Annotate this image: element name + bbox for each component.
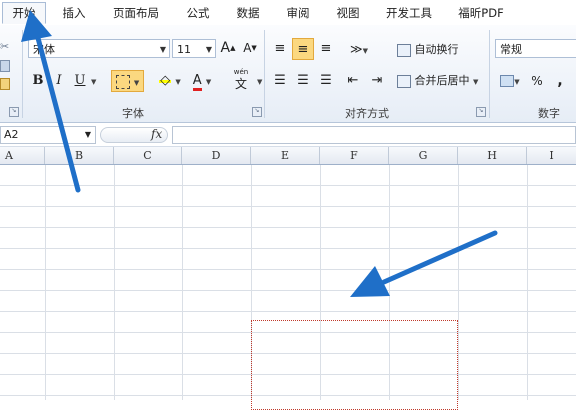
annotation-arrows [21,10,498,297]
arrow-to-sheet-area [350,230,498,297]
arrow-to-home-tab [21,10,81,193]
